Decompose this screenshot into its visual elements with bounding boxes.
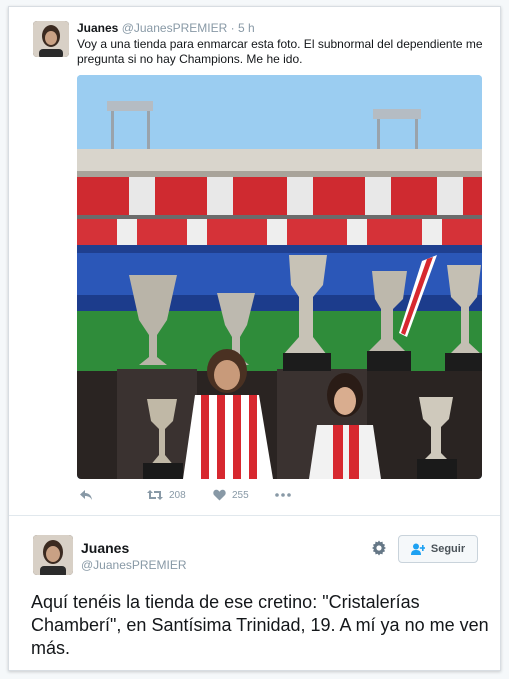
- tweet-text: Voy a una tienda para enmarcar esta foto…: [77, 37, 483, 66]
- retweet-count: 208: [169, 489, 186, 501]
- user-handle[interactable]: @JuanesPREMIER: [122, 21, 228, 35]
- like-count: 255: [232, 489, 249, 501]
- more-icon: [275, 493, 291, 497]
- heart-icon: [213, 489, 226, 501]
- separator: ·: [230, 21, 235, 35]
- reply-button[interactable]: [79, 489, 93, 501]
- add-user-icon: [410, 543, 425, 555]
- divider: [9, 515, 500, 516]
- gear-icon[interactable]: [371, 540, 387, 556]
- retweet-button[interactable]: 208: [147, 489, 186, 501]
- tweet-photo[interactable]: [77, 75, 482, 479]
- avatar[interactable]: [33, 21, 69, 57]
- more-button[interactable]: [275, 493, 291, 497]
- tweet-card: Juanes @JuanesPREMIER · 5 h Voy a una ti…: [8, 6, 501, 671]
- tweet-header: Juanes @JuanesPREMIER · 5 h: [77, 21, 255, 35]
- avatar[interactable]: [33, 535, 73, 575]
- display-name[interactable]: Juanes: [77, 21, 118, 35]
- like-button[interactable]: 255: [213, 489, 249, 501]
- tweet-text: Aquí tenéis la tienda de ese cretino: "C…: [31, 592, 489, 658]
- timestamp[interactable]: 5 h: [238, 21, 255, 35]
- follow-label: Seguir: [430, 543, 466, 555]
- tweet-actions: 208 255: [77, 489, 377, 505]
- original-tweet: Juanes @JuanesPREMIER · 5 h Voy a una ti…: [9, 7, 500, 515]
- user-handle[interactable]: @JuanesPREMIER: [81, 558, 187, 572]
- follow-button[interactable]: Seguir: [398, 535, 478, 563]
- display-name[interactable]: Juanes: [81, 540, 129, 556]
- retweet-icon: [147, 490, 163, 500]
- reply-icon: [80, 490, 92, 500]
